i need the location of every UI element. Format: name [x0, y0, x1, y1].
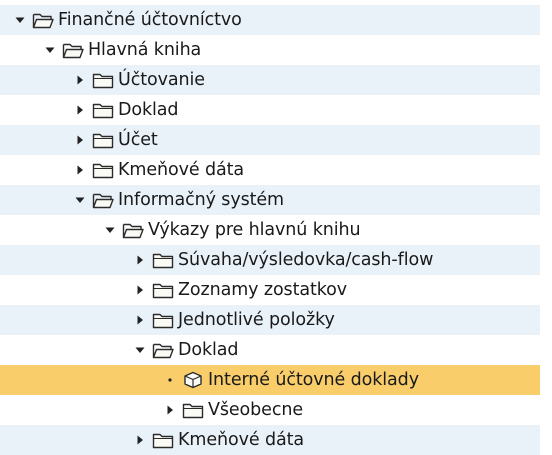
tree-node-kmenove-data[interactable]: Kmeňové dáta [0, 425, 540, 455]
expand-right-arrow-icon[interactable] [74, 164, 86, 176]
tree-node-label: Jednotlivé položky [178, 310, 335, 330]
bullet-dot-icon [164, 374, 176, 386]
tree-node-label: Súvaha/výsledovka/cash-flow [178, 250, 434, 270]
expand-right-arrow-icon[interactable] [134, 254, 146, 266]
tree-node-interne-uctovne-doklady[interactable]: Interné účtovné doklady [0, 365, 540, 395]
tree-node-vseobecne[interactable]: Všeobecne [0, 395, 540, 425]
expand-down-arrow-icon[interactable] [134, 344, 146, 356]
folder-open-icon [62, 41, 84, 59]
tree-node-label: Účet [118, 130, 158, 150]
tree-node-informacny-system[interactable]: Informačný systém [0, 185, 540, 215]
tree-node-jednotlive-polozky[interactable]: Jednotlivé položky [0, 305, 540, 335]
tree-node-label: Kmeňové dáta [118, 160, 244, 180]
tree-node-zoznamy-zostatkov[interactable]: Zoznamy zostatkov [0, 275, 540, 305]
tree-node-label: Výkazy pre hlavnú knihu [148, 220, 361, 240]
folder-icon [92, 101, 114, 119]
folder-open-icon [122, 221, 144, 239]
tree-node-label: Všeobecne [208, 400, 304, 420]
tree-node-label: Kmeňové dáta [178, 430, 304, 450]
folder-open-icon [92, 191, 114, 209]
menu-tree: Finančné účtovníctvo Hlavná kniha Účtovani… [0, 0, 552, 455]
folder-icon [92, 161, 114, 179]
expand-down-arrow-icon[interactable] [104, 224, 116, 236]
expand-down-arrow-icon[interactable] [44, 44, 56, 56]
tree-node-uctovanie[interactable]: Účtovanie [0, 65, 540, 95]
folder-icon [152, 251, 174, 269]
tree-node-label: Zoznamy zostatkov [178, 280, 347, 300]
expand-down-arrow-icon[interactable] [14, 14, 26, 26]
tree-node-financne-uctovnictvo[interactable]: Finančné účtovníctvo [0, 5, 540, 35]
folder-icon [152, 311, 174, 329]
expand-right-arrow-icon[interactable] [134, 284, 146, 296]
folder-icon [92, 71, 114, 89]
tree-node-ucet[interactable]: Účet [0, 125, 540, 155]
expand-right-arrow-icon[interactable] [134, 434, 146, 446]
expand-right-arrow-icon[interactable] [74, 134, 86, 146]
expand-down-arrow-icon[interactable] [74, 194, 86, 206]
tree-node-label: Doklad [118, 100, 179, 120]
expand-right-arrow-icon[interactable] [74, 104, 86, 116]
folder-open-icon [152, 341, 174, 359]
folder-icon [152, 281, 174, 299]
tree-node-label: Finančné účtovníctvo [58, 10, 242, 30]
tree-node-doklad[interactable]: Doklad [0, 95, 540, 125]
folder-icon [182, 401, 204, 419]
tree-node-suvaha-vysledovka-cash-flow[interactable]: Súvaha/výsledovka/cash-flow [0, 245, 540, 275]
folder-icon [92, 131, 114, 149]
tree-node-hlavna-kniha[interactable]: Hlavná kniha [0, 35, 540, 65]
tree-node-kmenove-data[interactable]: Kmeňové dáta [0, 155, 540, 185]
expand-right-arrow-icon[interactable] [164, 404, 176, 416]
tree-node-vykazy-pre-hlavnu-knihu[interactable]: Výkazy pre hlavnú knihu [0, 215, 540, 245]
tree-node-label: Doklad [178, 340, 239, 360]
tree-node-label: Hlavná kniha [88, 40, 202, 60]
tree-node-doklad[interactable]: Doklad [0, 335, 540, 365]
expand-right-arrow-icon[interactable] [134, 314, 146, 326]
tree-node-label: Informačný systém [118, 190, 284, 210]
tree-node-label: Interné účtovné doklady [208, 370, 419, 390]
transaction-cube-icon [182, 371, 204, 389]
folder-icon [152, 431, 174, 449]
folder-open-icon [32, 11, 54, 29]
expand-right-arrow-icon[interactable] [74, 74, 86, 86]
tree-node-label: Účtovanie [118, 70, 205, 90]
